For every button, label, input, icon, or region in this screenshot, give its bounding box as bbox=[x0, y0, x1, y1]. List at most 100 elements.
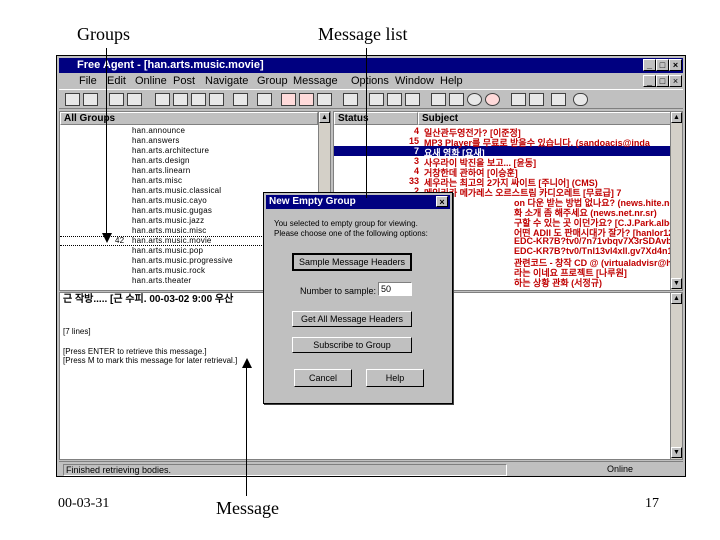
group-item[interactable]: han.arts.music.jazz bbox=[132, 216, 204, 225]
stop-icon[interactable] bbox=[485, 93, 500, 106]
status-column-header[interactable]: Status bbox=[334, 112, 418, 125]
get-all-headers-button[interactable]: Get All Message Headers bbox=[292, 311, 412, 327]
cancel-button[interactable]: Cancel bbox=[294, 369, 352, 387]
group-item[interactable]: han.arts.music.rock bbox=[132, 266, 205, 275]
scroll-down-icon[interactable]: ▼ bbox=[671, 447, 682, 458]
subject-column-header[interactable]: Subject bbox=[418, 112, 672, 125]
menu-help[interactable]: Help bbox=[440, 75, 463, 87]
message-count: 3 bbox=[414, 156, 420, 166]
message-line: [Press ENTER to retrieve this message.] bbox=[63, 347, 207, 356]
toolbar bbox=[59, 89, 683, 109]
groups-header[interactable]: All Groups bbox=[60, 112, 318, 125]
message-scrollbar[interactable]: ▲ ▼ bbox=[670, 293, 682, 459]
menu-post[interactable]: Post bbox=[173, 75, 195, 87]
message-row[interactable]: EDC-KR7B?tv0/7n71vbqv7X3rSDAvb7HILG4l@ bbox=[514, 236, 682, 246]
read-icon[interactable] bbox=[155, 93, 170, 106]
info-icon[interactable] bbox=[551, 93, 566, 106]
menu-navigate[interactable]: Navigate bbox=[205, 75, 248, 87]
offline-icon[interactable] bbox=[573, 93, 588, 106]
menu-file[interactable]: File bbox=[79, 75, 97, 87]
group-item[interactable]: han.arts.architecture bbox=[132, 146, 209, 155]
message-line: [Press M to mark this message for later … bbox=[63, 356, 238, 365]
message-list-annotation: Message list bbox=[318, 24, 408, 44]
title-bar: Free Agent - [han.arts.music.movie] _ □ … bbox=[59, 58, 683, 73]
print-icon[interactable] bbox=[343, 93, 358, 106]
delete-icon[interactable] bbox=[281, 93, 296, 106]
number-to-sample-label: Number to sample: bbox=[300, 286, 377, 296]
dialog-close-icon[interactable]: × bbox=[436, 196, 448, 207]
groups-arrow-head-icon bbox=[102, 233, 112, 243]
message-row[interactable]: 하는 상황 관화 (서정규) bbox=[514, 276, 602, 289]
message-list-scrollbar[interactable]: ▲ ▼ bbox=[670, 112, 682, 290]
group-item-selected[interactable]: han.arts.music.movie bbox=[132, 236, 212, 245]
message-arrow-head-icon bbox=[242, 358, 252, 368]
dialog-title-bar: New Empty Group × bbox=[266, 195, 450, 209]
menu-window[interactable]: Window bbox=[395, 75, 434, 87]
dialog-text: You selected to empty group for viewing. bbox=[274, 219, 418, 228]
minimize-icon[interactable]: _ bbox=[643, 59, 656, 71]
group-item[interactable]: han.announce bbox=[132, 126, 185, 135]
reply-icon[interactable] bbox=[127, 93, 142, 106]
group-item[interactable]: han.arts.music.progressive bbox=[132, 256, 233, 265]
filter-icon[interactable] bbox=[511, 93, 526, 106]
group-item[interactable]: han.arts.music.classical bbox=[132, 186, 221, 195]
maximize-icon[interactable]: □ bbox=[656, 59, 669, 71]
menu-group[interactable]: Group bbox=[257, 75, 288, 87]
child-minimize-icon[interactable]: _ bbox=[643, 75, 656, 87]
child-close-icon[interactable]: × bbox=[669, 75, 682, 87]
options-icon[interactable] bbox=[449, 93, 464, 106]
menu-options[interactable]: Options bbox=[351, 75, 389, 87]
scroll-up-icon[interactable]: ▲ bbox=[671, 293, 682, 304]
retrieve-icon[interactable] bbox=[209, 93, 224, 106]
group-item[interactable]: han.arts.music.misc bbox=[132, 226, 206, 235]
group-item[interactable]: han.arts.misc bbox=[132, 176, 182, 185]
subscribe-button[interactable]: Subscribe to Group bbox=[292, 337, 412, 353]
group-item[interactable]: han.arts.music.cayo bbox=[132, 196, 207, 205]
group-item[interactable]: han.arts.theater bbox=[132, 276, 191, 285]
message-line: [7 lines] bbox=[63, 327, 91, 336]
sample-headers-button[interactable]: Sample Message Headers bbox=[292, 253, 412, 271]
group-item[interactable]: han.arts.design bbox=[132, 156, 190, 165]
post-icon[interactable] bbox=[109, 93, 124, 106]
save-icon[interactable] bbox=[317, 93, 332, 106]
child-restore-icon[interactable]: □ bbox=[656, 75, 669, 87]
online-indicator: Online bbox=[607, 464, 634, 474]
watch-icon[interactable] bbox=[233, 93, 248, 106]
scroll-up-icon[interactable]: ▲ bbox=[319, 112, 330, 123]
close-icon[interactable]: × bbox=[669, 59, 682, 71]
pointer-icon[interactable] bbox=[369, 93, 384, 106]
group-item[interactable]: han.arts.music.pop bbox=[132, 246, 203, 255]
group-count: 42 bbox=[115, 236, 125, 245]
group-item[interactable]: han.arts.music.gugas bbox=[132, 206, 212, 215]
table-icon[interactable] bbox=[529, 93, 544, 106]
help-button[interactable]: Help bbox=[366, 369, 424, 387]
groups-arrow-line bbox=[106, 48, 107, 233]
menu-bar: File Edit Online Post Navigate Group Mes… bbox=[59, 73, 683, 89]
new-empty-group-dialog: New Empty Group × You selected to empty … bbox=[263, 192, 453, 404]
scroll-down-icon[interactable]: ▼ bbox=[671, 278, 682, 289]
note-icon[interactable] bbox=[191, 93, 206, 106]
group-item[interactable]: han.arts.linearn bbox=[132, 166, 190, 175]
message-count: 7 bbox=[414, 146, 420, 156]
number-to-sample-input[interactable]: 50 bbox=[378, 282, 412, 296]
connect-icon[interactable] bbox=[65, 93, 80, 106]
group-item[interactable]: han.answers bbox=[132, 136, 180, 145]
message-count: 4 bbox=[414, 166, 420, 176]
download-icon[interactable] bbox=[387, 93, 402, 106]
mark-icon[interactable] bbox=[173, 93, 188, 106]
menu-message[interactable]: Message bbox=[293, 75, 338, 87]
world-icon[interactable] bbox=[467, 93, 482, 106]
search-icon[interactable] bbox=[405, 93, 420, 106]
groups-annotation: Groups bbox=[77, 24, 130, 44]
scroll-up-icon[interactable]: ▲ bbox=[671, 112, 682, 123]
lock-icon[interactable] bbox=[299, 93, 314, 106]
link-icon[interactable] bbox=[431, 93, 446, 106]
page-number: 17 bbox=[645, 496, 659, 511]
ignore-icon[interactable] bbox=[257, 93, 272, 106]
menu-edit[interactable]: Edit bbox=[107, 75, 126, 87]
menu-online[interactable]: Online bbox=[135, 75, 167, 87]
message-annotation: Message bbox=[216, 498, 279, 518]
message-count: 4 bbox=[414, 126, 420, 136]
refresh-icon[interactable] bbox=[83, 93, 98, 106]
message-row[interactable]: EDC-KR7B?tv0/Tnl13vl4xll.gv7Xd4n10@ bbox=[514, 246, 682, 256]
